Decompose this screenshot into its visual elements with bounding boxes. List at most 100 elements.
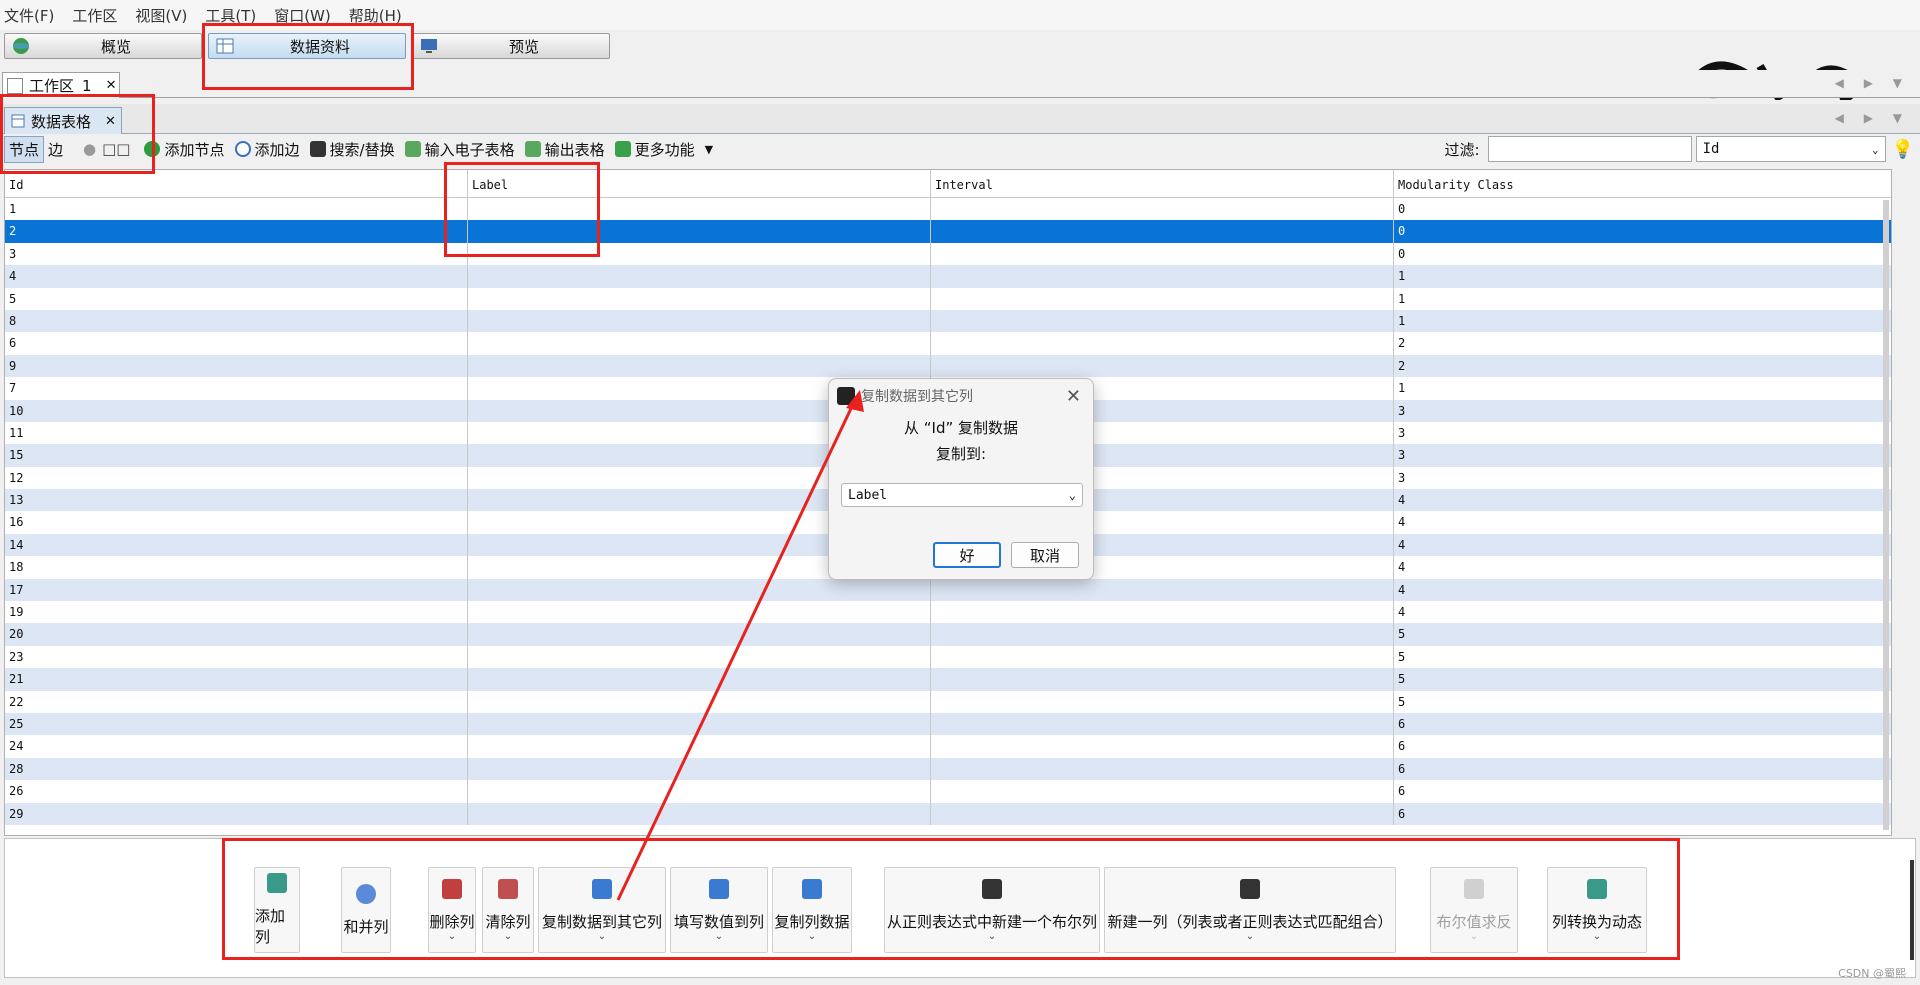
- table-cell[interactable]: [931, 623, 1394, 646]
- table-cell[interactable]: 2: [1394, 355, 1891, 377]
- workspace-close-icon[interactable]: ✕: [106, 78, 117, 93]
- data-table-tab[interactable]: 数据表格 ✕: [4, 107, 122, 134]
- table-cell[interactable]: [931, 601, 1394, 624]
- table-cell[interactable]: 22: [5, 690, 468, 713]
- merge-columns-button[interactable]: 和并列: [341, 867, 391, 953]
- table-cell[interactable]: [931, 198, 1394, 221]
- table-cell[interactable]: 26: [5, 780, 468, 803]
- table-row[interactable]: 30: [5, 242, 1891, 266]
- table-row[interactable]: 19 4: [5, 601, 1891, 624]
- table-cell[interactable]: [931, 354, 1394, 378]
- table-row[interactable]: 10: [5, 198, 1891, 221]
- preview-mode-button[interactable]: 预览: [412, 33, 610, 59]
- menu-help[interactable]: 帮助(H): [349, 5, 402, 26]
- table-cell[interactable]: [468, 578, 931, 602]
- table-cell[interactable]: 1: [1394, 377, 1891, 399]
- table-cell[interactable]: 24: [5, 735, 468, 758]
- menu-window[interactable]: 窗口(W): [274, 5, 331, 26]
- table-cell[interactable]: [931, 309, 1394, 333]
- panel-nav-arrows[interactable]: ◀ ▶ ▼: [1835, 111, 1910, 125]
- table-cell[interactable]: 1: [1394, 288, 1891, 310]
- table-cell[interactable]: 6: [1394, 735, 1891, 757]
- table-cell[interactable]: [931, 712, 1394, 736]
- table-cell[interactable]: 17: [5, 578, 468, 602]
- table-row[interactable]: 62: [5, 332, 1891, 355]
- column-header-id[interactable]: Id: [5, 170, 468, 197]
- table-cell[interactable]: [468, 668, 931, 691]
- lightbulb-icon[interactable]: 💡: [1892, 139, 1914, 160]
- table-cell[interactable]: 1: [5, 198, 468, 221]
- table-cell[interactable]: [468, 802, 931, 825]
- table-cell[interactable]: [468, 242, 931, 266]
- table-cell[interactable]: 15: [5, 444, 468, 467]
- table-cell[interactable]: [931, 265, 1394, 288]
- table-cell[interactable]: [468, 623, 931, 646]
- table-cell[interactable]: [468, 198, 931, 221]
- table-cell[interactable]: 6: [1394, 803, 1891, 825]
- table-cell[interactable]: [931, 332, 1394, 355]
- table-cell[interactable]: 1: [1394, 265, 1891, 287]
- table-cell[interactable]: 14: [5, 533, 468, 557]
- table-cell[interactable]: [468, 309, 931, 333]
- table-row[interactable]: 22 5: [5, 690, 1891, 713]
- table-cell[interactable]: 5: [5, 287, 468, 310]
- copy-data-to-other-column-button[interactable]: 复制数据到其它列 ⌄: [538, 867, 666, 953]
- table-cell[interactable]: [468, 287, 931, 310]
- menu-tools[interactable]: 工具(T): [205, 5, 256, 26]
- table-cell[interactable]: 6: [5, 332, 468, 355]
- duplicate-column-button[interactable]: 复制列数据 ⌄: [772, 867, 852, 953]
- table-cell[interactable]: 4: [1394, 579, 1891, 601]
- table-cell[interactable]: 21: [5, 668, 468, 691]
- data-table-close-icon[interactable]: ✕: [105, 114, 116, 129]
- menu-workspace[interactable]: 工作区: [72, 5, 117, 26]
- menu-view[interactable]: 视图(V): [135, 5, 187, 26]
- table-cell[interactable]: [468, 735, 931, 758]
- regex-boolean-column-button[interactable]: 从正则表达式中新建一个布尔列 ⌄: [884, 867, 1100, 953]
- column-header-label[interactable]: Label: [468, 170, 931, 197]
- table-row[interactable]: 21 5: [5, 668, 1891, 691]
- more-functions-button[interactable]: 更多功能 ▼: [614, 139, 713, 160]
- table-cell[interactable]: 4: [1394, 556, 1891, 578]
- table-cell[interactable]: 13: [5, 489, 468, 512]
- menu-file[interactable]: 文件(F): [4, 5, 54, 26]
- table-cell[interactable]: [468, 757, 931, 781]
- table-cell[interactable]: 3: [5, 242, 468, 266]
- table-cell[interactable]: 12: [5, 466, 468, 490]
- table-cell[interactable]: [468, 645, 931, 669]
- target-column-select[interactable]: Label ⌄: [841, 483, 1083, 507]
- add-node-button[interactable]: 添加节点: [144, 139, 225, 160]
- table-cell[interactable]: [468, 690, 931, 713]
- table-cell[interactable]: 20: [5, 623, 468, 646]
- table-cell[interactable]: 4: [1394, 534, 1891, 556]
- table-cell[interactable]: [931, 287, 1394, 310]
- table-row[interactable]: 29 6: [5, 802, 1891, 825]
- table-cell[interactable]: 2: [1394, 332, 1891, 354]
- table-cell[interactable]: [931, 578, 1394, 602]
- table-cell[interactable]: [931, 735, 1394, 758]
- table-cell[interactable]: 3: [1394, 467, 1891, 489]
- table-row[interactable]: 23 5: [5, 645, 1891, 669]
- table-cell[interactable]: 9: [5, 354, 468, 378]
- table-cell[interactable]: 1: [1394, 310, 1891, 332]
- table-cell[interactable]: 4: [1394, 511, 1891, 533]
- table-row[interactable]: 28 6: [5, 757, 1891, 781]
- table-cell[interactable]: [931, 242, 1394, 266]
- table-row[interactable]: 51: [5, 287, 1891, 310]
- clear-column-button[interactable]: 清除列 ⌄: [482, 867, 534, 953]
- table-cell[interactable]: 0: [1394, 243, 1891, 265]
- table-cell[interactable]: 7: [5, 377, 468, 400]
- table-cell[interactable]: 3: [1394, 422, 1891, 444]
- table-cell[interactable]: 18: [5, 556, 468, 579]
- table-row[interactable]: 81: [5, 309, 1891, 333]
- regex-new-column-button[interactable]: 新建一列（列表或者正则表达式匹配组合） ⌄: [1104, 867, 1396, 953]
- table-row[interactable]: 17 4: [5, 578, 1891, 602]
- table-cell[interactable]: [931, 690, 1394, 713]
- close-icon[interactable]: ✕: [1066, 386, 1081, 407]
- workspace-tab[interactable]: 工作区 1 ✕: [2, 72, 120, 98]
- table-row[interactable]: 41: [5, 265, 1891, 288]
- filter-input[interactable]: [1487, 136, 1692, 162]
- table-cell[interactable]: [468, 265, 931, 288]
- overview-mode-button[interactable]: 概览: [4, 33, 202, 59]
- table-cell[interactable]: 6: [1394, 758, 1891, 780]
- nodes-toggle[interactable]: 节点: [4, 135, 45, 163]
